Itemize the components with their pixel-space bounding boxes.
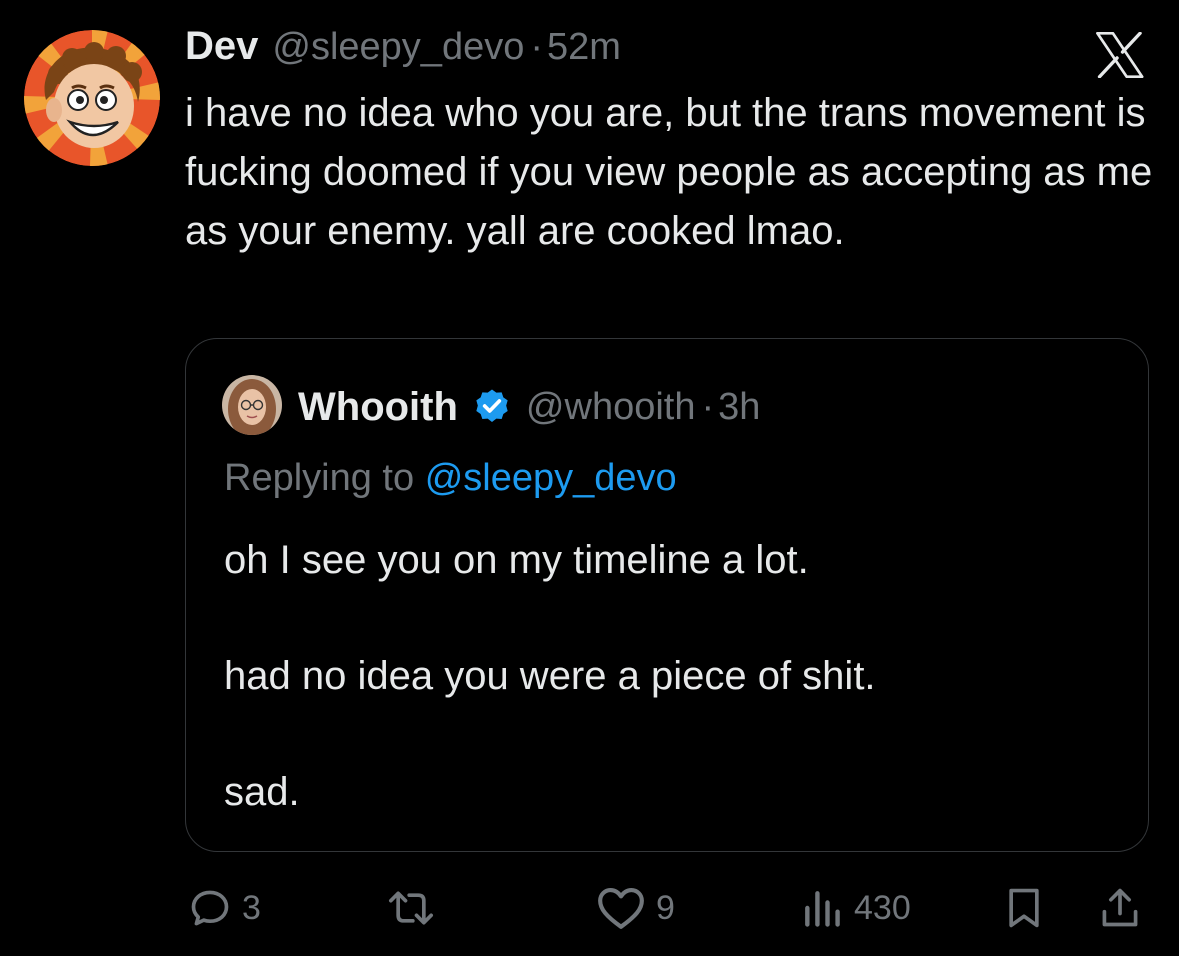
separator-dot: · [530,26,544,68]
quoted-text-line: oh I see you on my timeline a lot. [224,538,809,582]
quoted-text-line: sad. [224,770,300,814]
separator-dot: · [701,385,715,428]
retweet-icon [389,891,433,925]
author-handle[interactable]: @sleepy_devo [272,26,524,69]
replying-to-mention[interactable]: @sleepy_devo [425,457,677,499]
quoted-tweet-text: oh I see you on my timeline a lot. had n… [224,531,1104,879]
views-button[interactable]: 430 [800,878,911,938]
bookmark-button[interactable] [1002,878,1046,938]
views-icon [805,891,840,927]
retweet-button[interactable] [386,878,436,938]
x-logo-icon [1096,32,1144,78]
tweet-text: i have no idea who you are, but the tran… [185,91,1153,253]
photo-avatar-image [222,375,282,435]
view-count: 430 [854,888,911,927]
quoted-author-name[interactable]: Whooith [298,385,458,430]
like-icon [598,888,644,929]
cartoon-avatar-image [24,30,160,166]
share-button[interactable] [1098,878,1142,938]
tweet-actions-bar: 3 9 430 [0,878,1179,938]
quoted-tweet-time[interactable]: 3h [718,386,760,429]
reply-button[interactable]: 3 [188,878,261,938]
author-avatar[interactable] [24,30,160,166]
verified-badge-icon[interactable] [472,387,512,427]
tweet-time[interactable]: 52m [547,26,621,69]
quoted-text-line: had no idea you were a piece of shit. [224,654,876,698]
tweet-header: Dev @sleepy_devo · 52m [185,24,621,80]
quoted-tweet-header: Whooith @whooith · 3h [298,379,760,435]
replying-to-line: Replying to @sleepy_devo [224,457,677,500]
like-count: 9 [656,888,675,927]
quoted-author-handle[interactable]: @whooith [526,386,696,429]
bookmark-icon [1009,888,1039,928]
quoted-tweet-card[interactable]: Whooith @whooith · 3h Replying to @sleep… [185,338,1149,852]
quoted-author-avatar[interactable] [222,375,282,435]
replying-to-label: Replying to [224,457,415,499]
reply-count: 3 [242,888,261,927]
like-button[interactable]: 9 [596,878,675,938]
author-name[interactable]: Dev [185,24,258,69]
share-icon [1102,888,1138,927]
reply-icon [191,890,229,926]
